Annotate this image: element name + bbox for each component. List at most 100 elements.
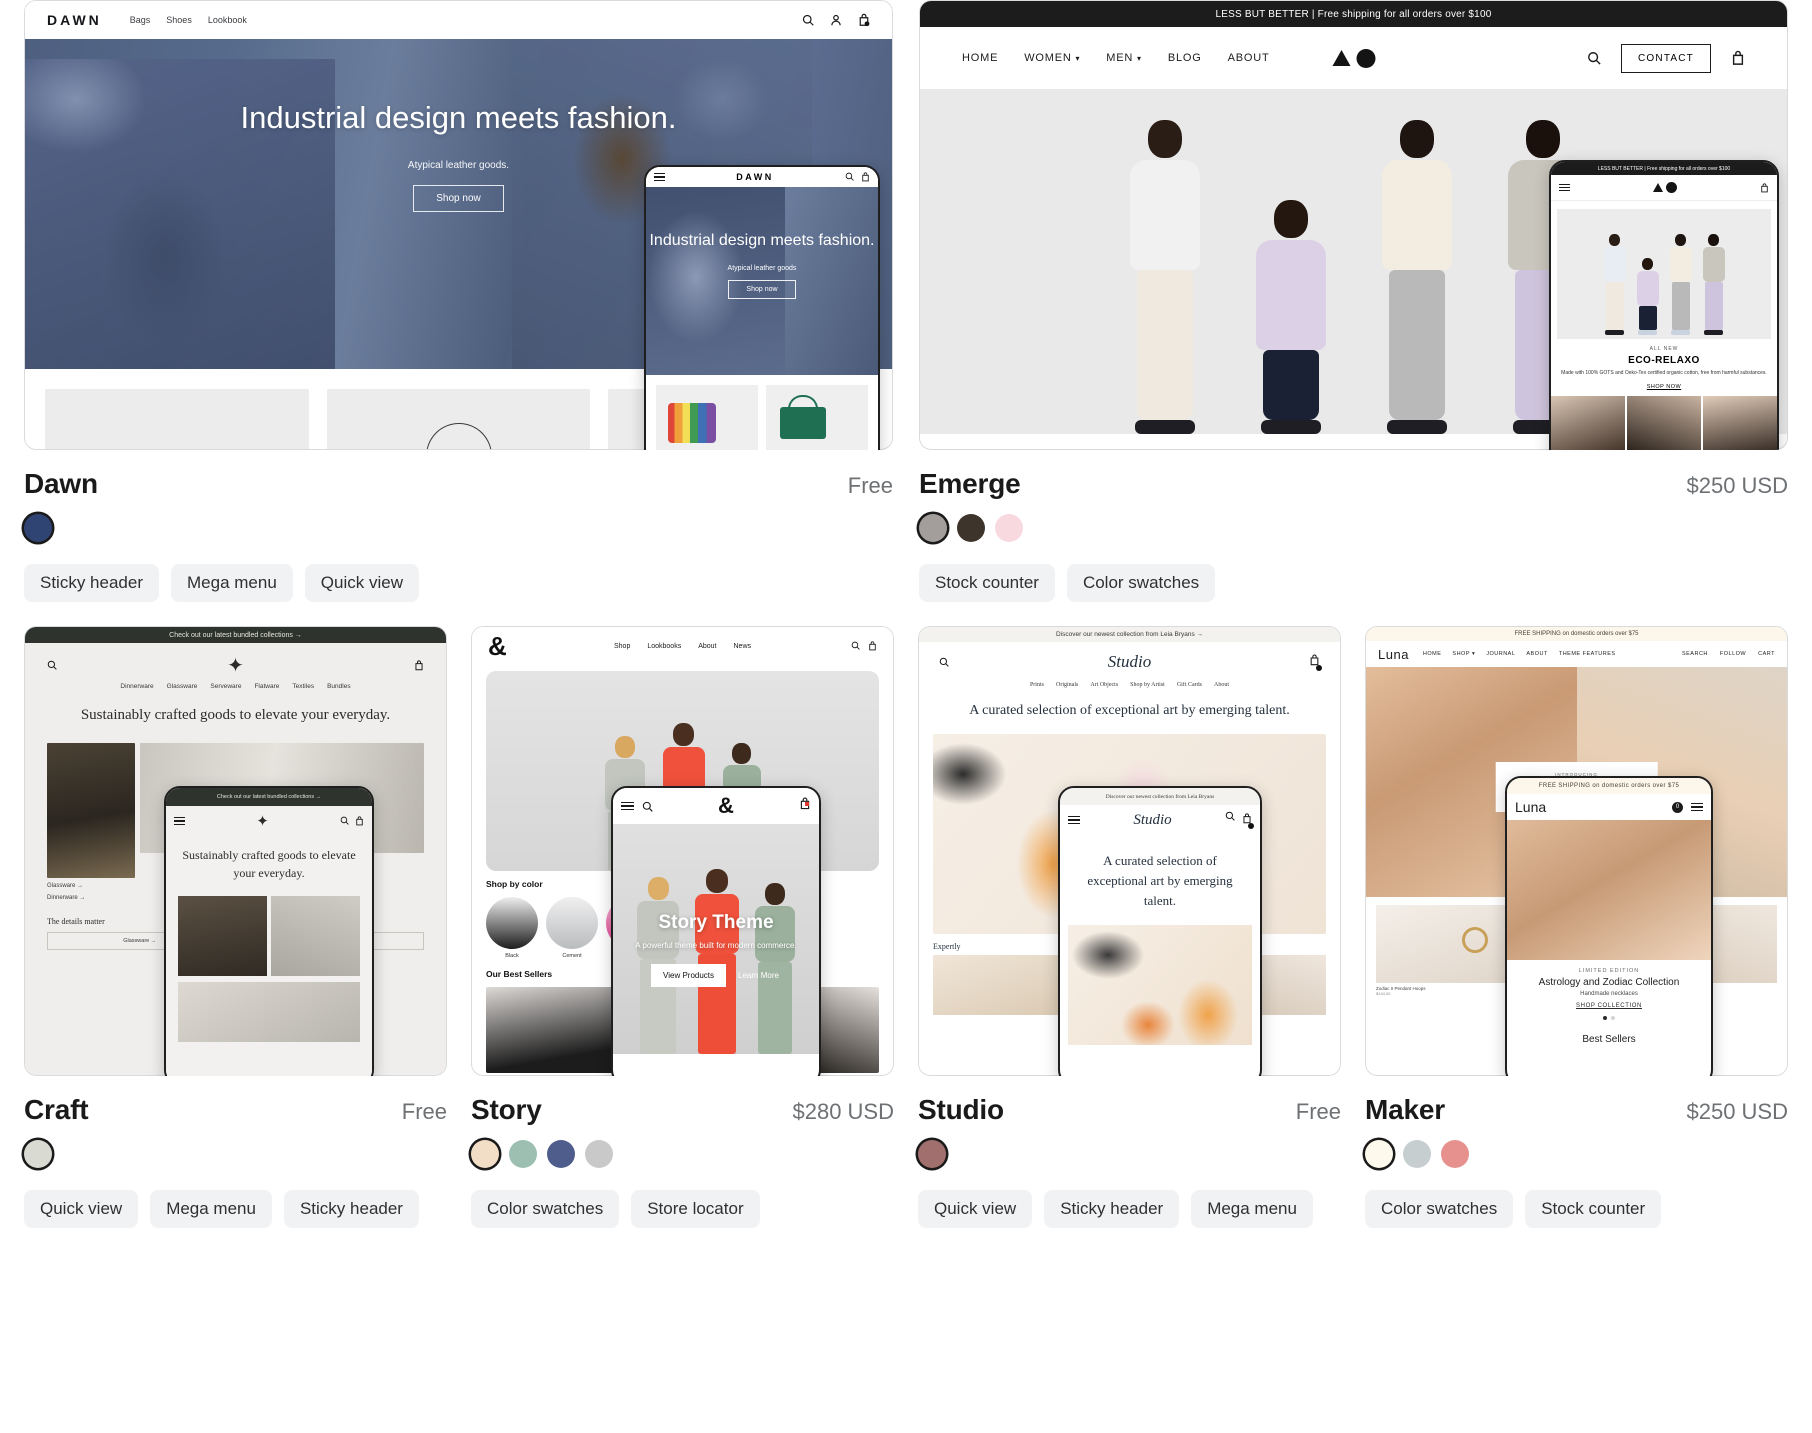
craft-tile-1[interactable]: Glassware → — [47, 742, 135, 889]
emerge-announcement-bar: LESS BUT BETTER | Free shipping for all … — [920, 1, 1787, 27]
swatch-0[interactable] — [919, 514, 947, 542]
theme-card-emerge[interactable]: LESS BUT BETTER | Free shipping for all … — [919, 0, 1788, 602]
maker-util-follow[interactable]: FOLLOW — [1720, 651, 1746, 657]
tag-1: Mega menu — [171, 564, 293, 602]
swatch-2[interactable] — [1441, 1140, 1469, 1168]
maker-nav-item-0[interactable]: HOME — [1423, 651, 1442, 657]
studio-nav-item-4[interactable]: Gift Cards — [1177, 682, 1202, 688]
cart-badge[interactable]: 0 — [1672, 801, 1683, 813]
studio-nav-item-0[interactable]: Prints — [1030, 682, 1044, 688]
swatch-1[interactable] — [1403, 1140, 1431, 1168]
theme-name: Studio — [918, 1094, 1004, 1125]
maker-util-cart[interactable]: CART — [1758, 651, 1775, 657]
emerge-mobile-cta[interactable]: SHOP NOW — [1561, 384, 1767, 390]
story-nav-item-3[interactable]: News — [734, 643, 752, 650]
swatch-3[interactable] — [585, 1140, 613, 1168]
mobile-preview-maker: FREE SHIPPING on domestic orders over $7… — [1505, 776, 1713, 1076]
maker-nav-item-1[interactable]: SHOP ▾ — [1452, 651, 1475, 657]
maker-nav-item-2[interactable]: JOURNAL — [1486, 651, 1515, 657]
dawn-mobile-cta[interactable]: Shop now — [728, 280, 796, 299]
cart-icon[interactable] — [868, 641, 877, 651]
dawn-mobile-product-2[interactable] — [766, 385, 868, 450]
search-icon[interactable] — [851, 641, 860, 650]
carousel-dot-active[interactable] — [1603, 1016, 1607, 1020]
dawn-mobile-headline: Industrial design meets fashion. — [649, 232, 875, 249]
hamburger-icon[interactable] — [1559, 181, 1570, 193]
emerge-nav-item-0[interactable]: HOME — [962, 52, 998, 64]
swatch-2[interactable] — [995, 514, 1023, 542]
story-mobile-cta-2[interactable]: Learn More — [736, 964, 781, 987]
swatch-0[interactable] — [24, 1140, 52, 1168]
theme-price: $280 USD — [792, 1099, 894, 1124]
emerge-mobile-banner: LESS BUT BETTER | Free shipping for all … — [1551, 162, 1777, 175]
swatch-0[interactable] — [471, 1140, 499, 1168]
swatch-0[interactable] — [24, 514, 52, 542]
studio-nav-item-2[interactable]: Art Objects — [1090, 682, 1118, 688]
swatch-1[interactable] — [957, 514, 985, 542]
theme-card-craft[interactable]: Check out our latest bundled collections… — [24, 626, 447, 1228]
studio-nav-item-1[interactable]: Originals — [1056, 682, 1078, 688]
search-icon[interactable] — [939, 657, 949, 667]
maker-nav-item-4[interactable]: THEME FEATURES — [1559, 651, 1616, 657]
story-nav-item-0[interactable]: Shop — [614, 643, 630, 650]
emerge-nav-item-1[interactable]: WOMEN ▾ — [1024, 52, 1080, 64]
theme-price: Free — [847, 473, 893, 498]
hamburger-icon[interactable] — [1068, 814, 1080, 826]
cart-icon[interactable] — [1760, 182, 1769, 193]
search-icon[interactable] — [47, 660, 57, 670]
cart-icon[interactable] — [1731, 50, 1745, 66]
cart-icon[interactable] — [355, 816, 364, 826]
studio-mobile-artwork[interactable] — [1068, 925, 1252, 1046]
story-color-0[interactable]: Black — [486, 897, 538, 959]
theme-card-studio[interactable]: Discover our newest collection from Leia… — [918, 626, 1341, 1228]
story-mobile-cta-1[interactable]: View Products — [651, 964, 727, 987]
theme-preview-craft[interactable]: Check out our latest bundled collections… — [24, 626, 447, 1076]
maker-mobile-cta[interactable]: SHOP COLLECTION — [1517, 1003, 1701, 1009]
theme-card-maker[interactable]: FREE SHIPPING on domestic orders over $7… — [1365, 626, 1788, 1228]
swatch-1[interactable] — [509, 1140, 537, 1168]
theme-card-story[interactable]: & Shop Lookbooks About News Shop by colo… — [471, 626, 894, 1228]
dawn-shop-now-button[interactable]: Shop now — [413, 184, 504, 212]
story-mobile-subtitle: A powerful theme built for modern commer… — [635, 941, 797, 950]
theme-card-dawn[interactable]: DAWN Bags Shoes Lookbook Industrial desi… — [24, 0, 893, 602]
theme-preview-emerge[interactable]: LESS BUT BETTER | Free shipping for all … — [919, 0, 1788, 450]
dawn-card-1 — [45, 389, 309, 449]
story-color-1[interactable]: Cement — [546, 897, 598, 959]
maker-nav-item-3[interactable]: ABOUT — [1526, 651, 1547, 657]
search-icon[interactable] — [340, 816, 349, 825]
studio-nav-item-5[interactable]: About — [1214, 682, 1229, 688]
search-icon[interactable] — [1587, 51, 1601, 65]
studio-mobile-header: Studio — [1060, 805, 1260, 835]
theme-preview-dawn[interactable]: DAWN Bags Shoes Lookbook Industrial desi… — [24, 0, 893, 450]
story-nav-item-2[interactable]: About — [698, 643, 716, 650]
swatch-2[interactable] — [547, 1140, 575, 1168]
studio-nav-item-3[interactable]: Shop by Artist — [1130, 682, 1165, 688]
theme-preview-maker[interactable]: FREE SHIPPING on domestic orders over $7… — [1365, 626, 1788, 1076]
contact-button[interactable]: CONTACT — [1621, 43, 1711, 73]
cart-badge — [804, 802, 809, 806]
theme-preview-story[interactable]: & Shop Lookbooks About News Shop by colo… — [471, 626, 894, 1076]
swatch-0[interactable] — [1365, 1140, 1393, 1168]
emerge-mobile-logo — [1653, 182, 1677, 193]
tag-1: Mega menu — [150, 1190, 272, 1228]
story-header: & Shop Lookbooks About News — [472, 627, 893, 665]
emerge-nav-item-2[interactable]: MEN ▾ — [1106, 52, 1142, 64]
search-icon[interactable] — [1225, 811, 1235, 821]
swatch-0[interactable] — [918, 1140, 946, 1168]
search-icon[interactable] — [642, 801, 653, 812]
carousel-dot[interactable] — [1611, 1016, 1615, 1020]
maker-util-search[interactable]: SEARCH — [1682, 651, 1708, 657]
emerge-mobile-body: Made with 100% GOTS and Oeko-Tex certifi… — [1561, 370, 1767, 376]
dawn-mobile-product-1[interactable] — [656, 385, 758, 450]
hamburger-icon[interactable] — [174, 815, 185, 827]
theme-preview-studio[interactable]: Discover our newest collection from Leia… — [918, 626, 1341, 1076]
hamburger-icon[interactable] — [621, 800, 634, 812]
emerge-nav-item-4[interactable]: ABOUT — [1228, 52, 1270, 64]
theme-price: $250 USD — [1686, 1099, 1788, 1124]
story-nav-item-1[interactable]: Lookbooks — [647, 643, 681, 650]
dawn-logo: DAWN — [47, 12, 102, 28]
maker-header: Luna HOME SHOP ▾ JOURNAL ABOUT THEME FEA… — [1366, 641, 1787, 667]
cart-icon[interactable] — [414, 660, 424, 671]
emerge-nav-item-3[interactable]: BLOG — [1168, 52, 1202, 64]
hamburger-icon[interactable] — [1691, 801, 1703, 813]
